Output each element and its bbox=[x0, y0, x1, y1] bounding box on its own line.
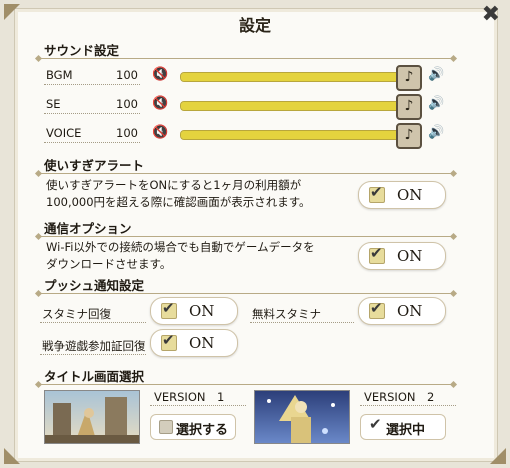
section-divider bbox=[38, 384, 454, 385]
close-icon[interactable]: ✖ bbox=[482, 2, 500, 27]
voice-label: VOICE bbox=[46, 126, 82, 140]
section-divider bbox=[38, 236, 454, 237]
section-header-title-screen: タイトル画面選択 bbox=[44, 369, 145, 384]
comm-option-toggle[interactable]: ✔ ON bbox=[358, 242, 446, 270]
war-game-pass-recovery-label: 戦争遊戯参加証回復 bbox=[42, 339, 146, 353]
section-header-sound: サウンド設定 bbox=[44, 43, 120, 58]
check-icon: ✔ bbox=[162, 299, 175, 317]
stamina-recovery-toggle[interactable]: ✔ ON bbox=[150, 297, 238, 325]
version-1-thumbnail[interactable] bbox=[44, 390, 140, 444]
volume-icon[interactable]: 🔊 bbox=[428, 96, 444, 111]
check-icon: ✔ bbox=[370, 183, 383, 201]
version-2-thumbnail[interactable] bbox=[254, 390, 350, 444]
voice-value: 100 bbox=[116, 126, 138, 140]
bgm-label: BGM bbox=[46, 68, 73, 82]
checkbox-icon bbox=[159, 420, 173, 434]
section-divider bbox=[38, 293, 454, 294]
mute-icon[interactable]: 🔇 bbox=[152, 125, 168, 140]
version-1-label: VERSION 1 bbox=[154, 390, 225, 404]
page-title: 設定 bbox=[238, 16, 271, 35]
corner-ornament bbox=[4, 448, 20, 464]
check-icon: ✔ bbox=[369, 415, 382, 433]
se-value: 100 bbox=[116, 97, 138, 111]
mute-icon[interactable]: 🔇 bbox=[152, 96, 168, 111]
war-game-pass-recovery-toggle[interactable]: ✔ ON bbox=[150, 329, 238, 357]
se-slider-handle[interactable]: ♪ bbox=[396, 94, 422, 120]
bgm-slider-handle[interactable]: ♪ bbox=[396, 65, 422, 91]
overuse-alert-toggle[interactable]: ✔ ON bbox=[358, 181, 446, 209]
volume-icon[interactable]: 🔊 bbox=[428, 125, 444, 140]
se-label: SE bbox=[46, 97, 61, 111]
voice-slider[interactable] bbox=[180, 130, 408, 140]
section-divider bbox=[38, 173, 454, 174]
overuse-description: 使いすぎアラートをONにすると1ヶ月の利用額が 100,000円を超える際に確認… bbox=[46, 178, 311, 209]
check-icon: ✔ bbox=[162, 331, 175, 349]
section-header-push: プッシュ通知設定 bbox=[44, 278, 145, 293]
free-stamina-toggle[interactable]: ✔ ON bbox=[358, 297, 446, 325]
bgm-value: 100 bbox=[116, 68, 138, 82]
section-header-comm: 通信オプション bbox=[44, 221, 132, 236]
check-icon: ✔ bbox=[370, 299, 383, 317]
version-2-select-button[interactable]: ✔ 選択中 bbox=[360, 414, 446, 440]
volume-icon[interactable]: 🔊 bbox=[428, 67, 444, 82]
free-stamina-label: 無料スタミナ bbox=[252, 307, 321, 321]
check-icon: ✔ bbox=[370, 244, 383, 262]
bgm-slider[interactable] bbox=[180, 72, 408, 82]
version-1-select-button[interactable]: 選択する bbox=[150, 414, 236, 440]
stamina-recovery-label: スタミナ回復 bbox=[42, 307, 111, 321]
section-header-overuse: 使いすぎアラート bbox=[44, 158, 145, 173]
mute-icon[interactable]: 🔇 bbox=[152, 67, 168, 82]
voice-slider-handle[interactable]: ♪ bbox=[396, 123, 422, 149]
comm-description: Wi-Fi以外での接続の場合でも自動でゲームデータを ダウンロードさせます。 bbox=[46, 240, 315, 271]
se-slider[interactable] bbox=[180, 101, 408, 111]
section-divider bbox=[38, 58, 454, 59]
corner-ornament bbox=[490, 448, 506, 464]
version-2-label: VERSION 2 bbox=[364, 390, 435, 404]
settings-window: 設定 ✖ サウンド設定 BGM 100 🔇 ♪ 🔊 SE 100 🔇 ♪ 🔊 V… bbox=[0, 0, 510, 468]
